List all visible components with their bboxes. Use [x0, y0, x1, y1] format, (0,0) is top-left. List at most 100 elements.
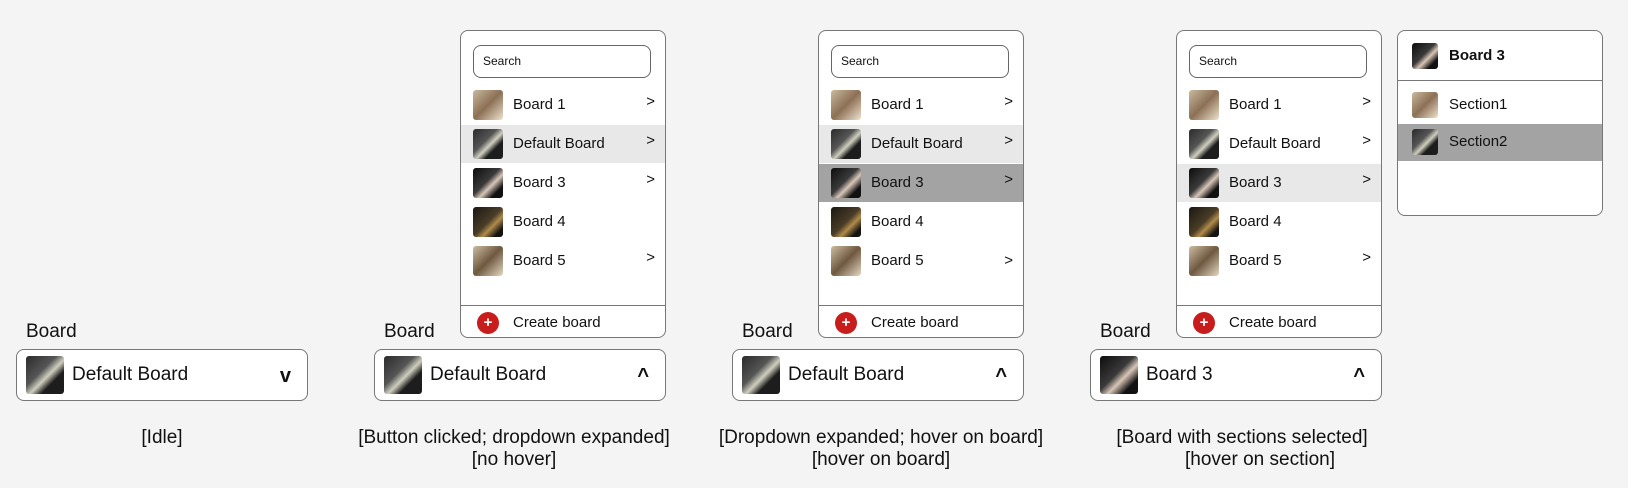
board-option[interactable]: Board 1 >	[461, 86, 665, 124]
board-thumbnail	[473, 129, 503, 159]
board-dropdown-panel: Search Board 1 > Default Board > Board 3…	[460, 30, 666, 338]
board-field-label: Board	[1100, 321, 1151, 342]
board-field-label: Board	[26, 321, 77, 342]
board-thumbnail	[1189, 129, 1219, 159]
board-option[interactable]: Board 4	[819, 203, 1023, 241]
board-option[interactable]: Board 4	[461, 203, 665, 241]
selected-board-label: Default Board	[72, 364, 189, 385]
board-thumbnail	[473, 90, 503, 120]
chevron-right-icon: >	[1004, 171, 1013, 188]
create-board-button[interactable]: Create board	[871, 310, 959, 336]
search-input[interactable]: Search	[831, 45, 1009, 78]
section-option[interactable]: Section1	[1398, 87, 1602, 124]
sections-panel: Board 3 Section1 Section2	[1397, 30, 1603, 216]
plus-icon[interactable]: +	[835, 312, 857, 334]
divider	[1177, 305, 1381, 306]
chevron-right-icon: >	[1362, 132, 1371, 149]
create-board-button[interactable]: Create board	[1229, 310, 1317, 336]
plus-icon[interactable]: +	[477, 312, 499, 334]
caption-hover-line2: [hover on board]	[811, 449, 951, 470]
caption-hover-line1: [Dropdown expanded; hover on board]	[718, 427, 1044, 448]
board-option-label: Board 4	[871, 213, 924, 230]
search-input[interactable]: Search	[473, 45, 651, 78]
divider	[819, 305, 1023, 306]
board-option[interactable]: Board 5 >	[461, 242, 665, 280]
board-option[interactable]: Board 5 >	[1177, 242, 1381, 280]
board-thumbnail	[831, 207, 861, 237]
section-thumbnail	[1412, 92, 1438, 118]
board-option-label: Board 1	[1229, 96, 1282, 113]
board-selector-hover[interactable]: Default Board ^	[732, 349, 1024, 401]
selected-board-label: Default Board	[430, 364, 547, 385]
board-thumbnail	[831, 168, 861, 198]
board-thumbnail	[1412, 43, 1438, 69]
board-option[interactable]: Board 4	[1177, 203, 1381, 241]
board-option-label: Board 1	[513, 96, 566, 113]
section-option-label: Section2	[1449, 133, 1508, 150]
board-option-label: Board 5	[1229, 252, 1282, 269]
chevron-right-icon: >	[1004, 252, 1013, 269]
chevron-right-icon: >	[646, 93, 655, 110]
board-option[interactable]: Default Board >	[819, 125, 1023, 163]
board-option-label: Board 1	[871, 96, 924, 113]
chevron-right-icon: >	[1362, 249, 1371, 266]
board-option[interactable]: Board 3 >	[461, 164, 665, 202]
board-option-label: Default Board	[871, 135, 963, 152]
section-thumbnail	[1412, 129, 1438, 155]
section-option[interactable]: Section2	[1398, 124, 1602, 161]
chevron-right-icon: >	[1004, 132, 1013, 149]
board-option-label: Board 5	[513, 252, 566, 269]
board-option[interactable]: Board 3 >	[1177, 164, 1381, 202]
chevron-right-icon: >	[646, 249, 655, 266]
caption-sections-line1: [Board with sections selected]	[1116, 427, 1368, 448]
search-input[interactable]: Search	[1189, 45, 1367, 78]
board-option[interactable]: Default Board >	[461, 125, 665, 163]
selected-board-label: Default Board	[788, 364, 905, 385]
board-option-label: Default Board	[513, 135, 605, 152]
board-option[interactable]: Board 1 >	[819, 86, 1023, 124]
board-thumbnail	[831, 246, 861, 276]
chevron-right-icon: >	[1362, 171, 1371, 188]
board-dropdown-panel: Search Board 1 > Default Board > Board 3…	[818, 30, 1024, 338]
board-dropdown-panel: Search Board 1 > Default Board > Board 3…	[1176, 30, 1382, 338]
create-board-button[interactable]: Create board	[513, 310, 601, 336]
board-option-label: Board 4	[1229, 213, 1282, 230]
board-option[interactable]: Board 1 >	[1177, 86, 1381, 124]
board-option-label: Board 3	[1229, 174, 1282, 191]
chevron-down-icon: v	[279, 365, 291, 387]
board-thumbnail	[1100, 356, 1138, 394]
board-thumbnail	[384, 356, 422, 394]
board-thumbnail	[473, 246, 503, 276]
chevron-up-icon: ^	[1353, 365, 1365, 387]
board-selector-sections[interactable]: Board 3 ^	[1090, 349, 1382, 401]
board-option[interactable]: Board 5 >	[819, 242, 1023, 280]
board-option[interactable]: Board 3 >	[819, 164, 1023, 202]
sections-panel-header: Board 3	[1398, 31, 1602, 81]
board-selector-expanded[interactable]: Default Board ^	[374, 349, 666, 401]
board-thumbnail	[473, 168, 503, 198]
board-option-label: Default Board	[1229, 135, 1321, 152]
chevron-up-icon: ^	[995, 365, 1007, 387]
board-option[interactable]: Default Board >	[1177, 125, 1381, 163]
sections-panel-title: Board 3	[1449, 47, 1505, 64]
board-option-label: Board 3	[513, 174, 566, 191]
caption-expanded-line2: [no hover]	[471, 449, 557, 470]
caption-expanded-line1: [Button clicked; dropdown expanded]	[358, 427, 670, 448]
board-thumbnail	[473, 207, 503, 237]
board-thumbnail	[831, 90, 861, 120]
board-thumbnail	[831, 129, 861, 159]
board-field-label: Board	[384, 321, 435, 342]
board-option-label: Board 5	[871, 252, 924, 269]
board-thumbnail	[1189, 90, 1219, 120]
chevron-up-icon: ^	[637, 365, 649, 387]
plus-icon[interactable]: +	[1193, 312, 1215, 334]
board-thumbnail	[742, 356, 780, 394]
divider	[461, 305, 665, 306]
board-selector-idle[interactable]: Default Board v	[16, 349, 308, 401]
chevron-right-icon: >	[646, 132, 655, 149]
caption-idle: [Idle]	[141, 427, 183, 448]
board-option-label: Board 4	[513, 213, 566, 230]
section-option-label: Section1	[1449, 96, 1508, 113]
board-thumbnail	[26, 356, 64, 394]
caption-sections-line2: [hover on section]	[1185, 449, 1335, 470]
